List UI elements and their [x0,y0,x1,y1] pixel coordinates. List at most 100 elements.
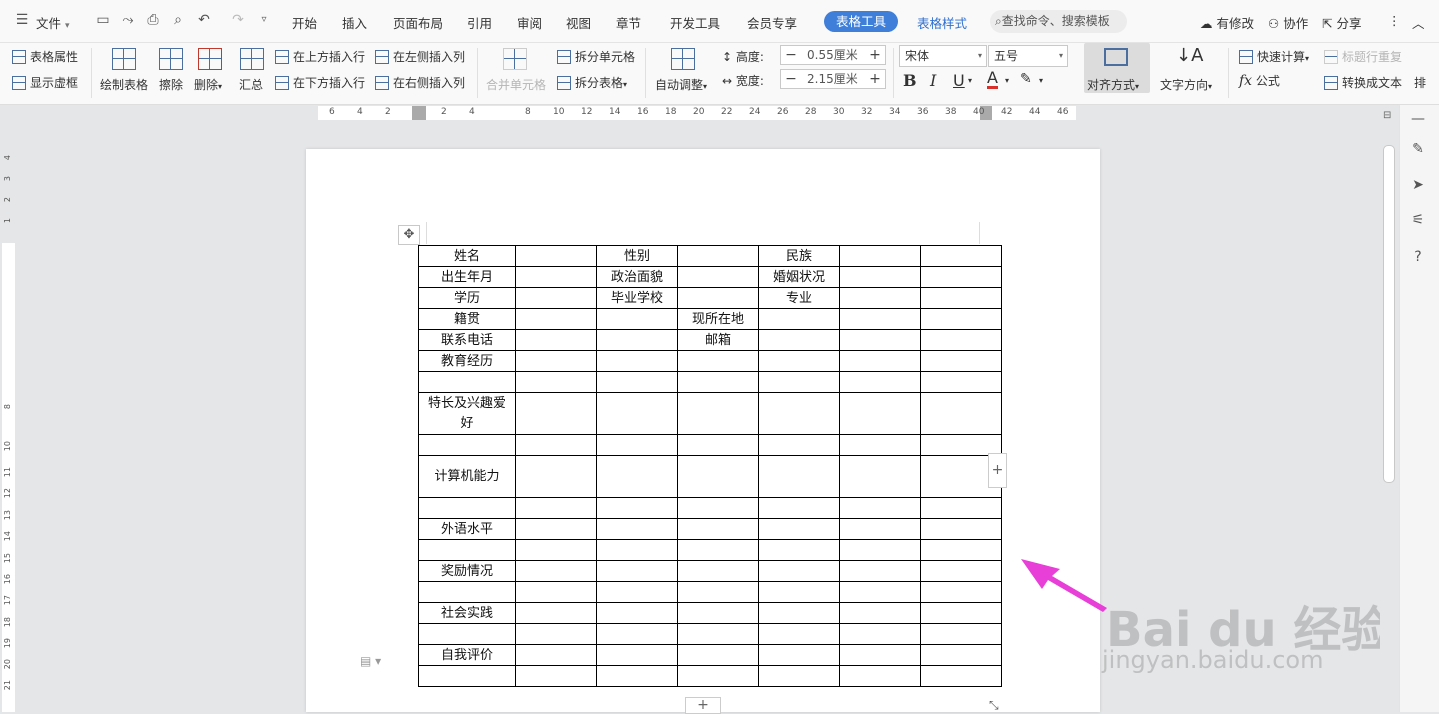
table-cell[interactable]: 毕业学校 [596,287,678,309]
table-cell[interactable] [515,497,597,519]
table-cell[interactable]: 籍贯 [418,308,516,330]
table-cell[interactable] [758,560,840,582]
file-menu[interactable]: 文件 ▾ [36,13,70,32]
table-cell[interactable] [758,392,840,435]
table-cell[interactable] [596,329,678,351]
ruler-margin-left[interactable] [412,106,426,120]
table-cell[interactable] [920,245,1002,267]
redo-icon[interactable]: ↷ [230,12,246,28]
table-cell[interactable] [515,665,597,687]
table-cell[interactable] [839,518,921,540]
align-button[interactable]: 对齐方式▾ [1084,43,1150,93]
table-cell[interactable] [596,644,678,666]
table-cell[interactable] [418,497,516,519]
table-cell[interactable] [920,287,1002,309]
table-cell[interactable] [515,266,597,288]
table-cell[interactable] [758,371,840,393]
table-cell[interactable] [839,644,921,666]
table-cell[interactable]: 奖励情况 [418,560,516,582]
table-cell[interactable] [418,623,516,645]
table-cell[interactable] [758,539,840,561]
table-cell[interactable] [677,371,759,393]
minus-icon[interactable]: − [781,70,801,88]
table-cell[interactable] [758,665,840,687]
add-column-button[interactable]: + [988,453,1007,488]
table-cell[interactable] [839,539,921,561]
table-cell[interactable] [677,602,759,624]
save-icon[interactable]: ▭ [95,12,111,28]
table-cell[interactable]: 社会实践 [418,602,516,624]
table-cell[interactable] [515,560,597,582]
table-cell[interactable] [758,581,840,603]
edit-pen-icon[interactable]: ✎ [1409,140,1427,158]
table-cell[interactable] [839,497,921,519]
table-cell[interactable] [839,329,921,351]
text-direction-button[interactable]: 文字方向▾ [1160,76,1212,93]
auto-adjust-button[interactable]: 自动调整▾ [655,76,707,93]
table-cell[interactable] [515,581,597,603]
table-cell[interactable] [677,350,759,372]
table-cell[interactable] [758,602,840,624]
table-cell[interactable] [596,539,678,561]
table-cell[interactable] [596,560,678,582]
convert-text-button[interactable]: 转换成文本 [1324,74,1402,91]
undo-icon[interactable]: ↶ [196,12,212,28]
repeat-header-button[interactable]: 标题行重复 [1324,48,1402,65]
add-row-button[interactable]: + [685,697,721,714]
collaborate-button[interactable]: ⚇ 协作 [1268,13,1308,32]
table-cell[interactable] [758,497,840,519]
table-cell[interactable] [515,371,597,393]
table-cell[interactable] [596,392,678,435]
table-cell[interactable]: 教育经历 [418,350,516,372]
table-cell[interactable] [839,371,921,393]
height-stepper[interactable]: − 0.55厘米 + [780,45,886,65]
table-cell[interactable] [677,434,759,456]
table-cell[interactable] [758,623,840,645]
tab-insert[interactable]: 插入 [342,13,367,32]
search-input[interactable]: ⌕查找命令、搜索模板 [990,10,1127,33]
table-cell[interactable]: 出生年月 [418,266,516,288]
table-cell[interactable] [515,434,597,456]
table-cell[interactable] [515,644,597,666]
table-cell[interactable] [758,308,840,330]
table-cell[interactable] [515,518,597,540]
chevron-down-icon[interactable]: ▾ [1005,76,1009,85]
export-icon[interactable]: ⤳ [120,12,136,28]
tab-home[interactable]: 开始 [292,13,317,32]
erase-button[interactable]: 擦除 [159,76,183,93]
more-icon[interactable]: ⋮ [1388,13,1401,28]
tab-member[interactable]: 会员专享 [747,13,797,32]
insert-column-left-button[interactable]: 在左侧插入列 [375,48,465,65]
merge-cells-button[interactable]: 合并单元格 [486,76,546,93]
table-cell[interactable] [515,245,597,267]
tab-page-layout[interactable]: 页面布局 [393,13,443,32]
table-properties-button[interactable]: 表格属性 [12,48,78,65]
table-cell[interactable] [596,455,678,498]
table-cell[interactable] [758,329,840,351]
plus-icon[interactable]: + [865,46,885,64]
table-cell[interactable] [677,665,759,687]
table-cell[interactable] [839,287,921,309]
chevron-down-icon[interactable]: ▾ [1039,76,1043,85]
table-cell[interactable] [677,392,759,435]
tab-review[interactable]: 审阅 [517,13,542,32]
help-icon[interactable]: ? [1409,248,1427,266]
tab-view[interactable]: 视图 [566,13,591,32]
table-cell[interactable]: 自我评价 [418,644,516,666]
scroll-top-icon[interactable]: ⊟ [1383,110,1391,121]
table-cell[interactable] [418,371,516,393]
table-cell[interactable] [920,392,1002,435]
table-cell[interactable]: 专业 [758,287,840,309]
split-cells-button[interactable]: 拆分单元格 [557,48,635,65]
share-button[interactable]: ⇱ 分享 [1322,13,1361,32]
collapse-sidebar-icon[interactable]: — [1409,110,1427,128]
table-cell[interactable]: 计算机能力 [418,455,516,498]
table-cell[interactable] [920,518,1002,540]
hamburger-menu-icon[interactable]: ☰ [14,12,30,28]
table-cell[interactable] [418,539,516,561]
table-cell[interactable] [677,518,759,540]
table-cell[interactable] [758,350,840,372]
table-cell[interactable] [920,350,1002,372]
table-cell[interactable] [920,602,1002,624]
table-cell[interactable] [418,665,516,687]
